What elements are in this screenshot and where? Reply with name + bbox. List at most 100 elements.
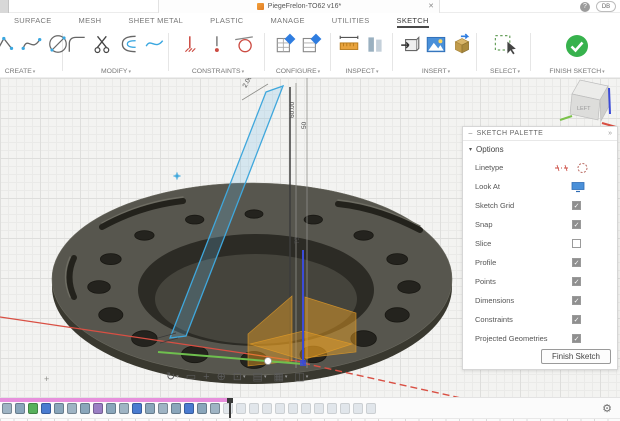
timeline-feature-icon[interactable] xyxy=(93,403,103,414)
tab-sketch[interactable]: SKETCH xyxy=(397,16,429,28)
display-settings-icon[interactable]: ▤▾ xyxy=(253,371,267,383)
tangent-constraint-icon[interactable] xyxy=(233,32,255,56)
zoom-window-icon[interactable]: ⊡▾ xyxy=(233,371,246,383)
look-at-icon[interactable] xyxy=(571,181,585,193)
zoom-icon[interactable]: ⊕ xyxy=(217,371,226,383)
group-inspect[interactable]: INSPECT▾ xyxy=(334,28,390,78)
tab-surface[interactable]: SURFACE xyxy=(14,16,52,28)
timeline-feature-icon[interactable] xyxy=(54,403,64,414)
edit-spline-icon[interactable] xyxy=(144,32,166,56)
timeline-feature-icon-suppressed[interactable] xyxy=(314,403,324,414)
vertical-constraint-icon[interactable] xyxy=(207,32,229,56)
pan-icon[interactable]: + xyxy=(203,371,209,383)
timeline-feature-icon[interactable] xyxy=(67,403,77,414)
group-constraints[interactable]: CONSTRAINTS▾ xyxy=(172,28,264,78)
group-configure[interactable]: CONFIGURE▾ xyxy=(268,28,328,78)
timeline-feature-icon[interactable] xyxy=(210,403,220,414)
insert-mesh-icon[interactable] xyxy=(451,32,473,56)
checkbox-sketch-grid[interactable]: ✓ xyxy=(572,201,581,210)
timeline-feature-icon-suppressed[interactable] xyxy=(236,403,246,414)
spline-icon[interactable] xyxy=(21,32,43,56)
overflow-chevron-icon[interactable]: » xyxy=(608,130,612,137)
palette-header[interactable]: − SKETCH PALETTE » xyxy=(463,127,617,141)
timeline-feature-icon-suppressed[interactable] xyxy=(288,403,298,414)
timeline-feature-icon-suppressed[interactable] xyxy=(223,403,233,414)
offset-icon[interactable] xyxy=(118,32,140,56)
ring-hole[interactable] xyxy=(135,231,154,241)
line-icon[interactable] xyxy=(0,32,17,56)
timeline-feature-icon[interactable] xyxy=(132,403,142,414)
orbit-icon[interactable]: ↻▾ xyxy=(166,371,179,383)
avatar[interactable]: DB xyxy=(596,1,616,12)
timeline-feature-icon[interactable] xyxy=(106,403,116,414)
ring-hole[interactable] xyxy=(100,254,121,265)
gear-icon[interactable]: ⚙ xyxy=(602,402,612,415)
ring-hole[interactable] xyxy=(387,254,408,265)
section-analysis-icon[interactable] xyxy=(364,32,386,56)
checkbox-projected-geometries[interactable]: ✓ xyxy=(572,334,581,343)
timeline-feature-icon[interactable] xyxy=(15,403,25,414)
measure-icon[interactable] xyxy=(338,32,360,56)
origin-point[interactable] xyxy=(300,360,306,366)
checkbox-snap[interactable]: ✓ xyxy=(572,220,581,229)
group-create[interactable]: CREATE▾ xyxy=(0,28,64,78)
dimension-text[interactable]: 2.00 xyxy=(242,78,254,89)
timeline-feature-icon-suppressed[interactable] xyxy=(327,403,337,414)
ring-hole[interactable] xyxy=(88,281,111,294)
viewports-icon[interactable]: ◫▾ xyxy=(294,371,308,383)
timeline-feature-icon-suppressed[interactable] xyxy=(262,403,272,414)
group-modify[interactable]: MODIFY▾ xyxy=(64,28,168,78)
tab-manage[interactable]: MANAGE xyxy=(270,16,304,28)
timeline-feature-icon-suppressed[interactable] xyxy=(353,403,363,414)
timeline-feature-icon[interactable] xyxy=(184,403,194,414)
help-icon[interactable]: ? xyxy=(580,2,590,12)
viewcube[interactable]: LEFT xyxy=(556,70,618,128)
timeline-feature-icon-suppressed[interactable] xyxy=(366,403,376,414)
fillet-icon[interactable] xyxy=(66,32,88,56)
collapse-icon[interactable]: − xyxy=(468,129,473,138)
ring-hole[interactable] xyxy=(99,308,123,322)
timeline-feature-icon-suppressed[interactable] xyxy=(249,403,259,414)
ring-hole[interactable] xyxy=(398,281,421,294)
insert-derive-icon[interactable] xyxy=(399,32,421,56)
construction-line-icon[interactable] xyxy=(576,162,589,174)
grid-settings-icon[interactable]: ▦▾ xyxy=(273,371,287,383)
fix-constraint-icon[interactable] xyxy=(181,32,203,56)
tab-utilities[interactable]: UTILITIES xyxy=(332,16,370,28)
timeline-feature-icon[interactable] xyxy=(171,403,181,414)
ring-hole[interactable] xyxy=(186,215,204,224)
timeline-feature-icon-suppressed[interactable] xyxy=(275,403,285,414)
tab-mesh[interactable]: MESH xyxy=(79,16,102,28)
trim-scissors-icon[interactable] xyxy=(92,32,114,56)
select-icon[interactable] xyxy=(493,32,517,56)
checkbox-constraints[interactable]: ✓ xyxy=(572,315,581,324)
document-tab[interactable]: PiegeFrelon-TO62 v16* ✕ xyxy=(158,0,440,13)
group-select[interactable]: SELECT▾ xyxy=(480,28,530,78)
dimension-text[interactable]: 60.00 xyxy=(289,101,296,118)
close-tab-icon[interactable]: ✕ xyxy=(428,2,434,11)
timeline-feature-icon[interactable] xyxy=(2,403,12,414)
dimension-text[interactable]: 50 xyxy=(301,121,308,129)
configuration-icon[interactable] xyxy=(300,32,322,56)
timeline-feature-icon[interactable] xyxy=(197,403,207,414)
finish-sketch-button[interactable]: Finish Sketch xyxy=(541,349,611,364)
timeline-feature-icon[interactable] xyxy=(145,403,155,414)
insert-image-icon[interactable] xyxy=(425,32,447,56)
finish-sketch-check-icon[interactable] xyxy=(565,34,589,58)
dimension-text[interactable]: 75 xyxy=(294,236,301,244)
checkbox-profile[interactable]: ✓ xyxy=(572,258,581,267)
timeline-feature-icon-suppressed[interactable] xyxy=(301,403,311,414)
tab-sheet-metal[interactable]: SHEET METAL xyxy=(128,16,183,28)
timeline-feature-icon[interactable] xyxy=(119,403,129,414)
ring-hole[interactable] xyxy=(245,210,263,218)
timeline-playhead[interactable] xyxy=(229,398,231,418)
configure-table-icon[interactable] xyxy=(274,32,296,56)
ring-hole[interactable] xyxy=(354,231,373,241)
centerline-icon[interactable] xyxy=(554,163,570,173)
group-insert[interactable]: INSERT▾ xyxy=(396,28,476,78)
checkbox-points[interactable]: ✓ xyxy=(572,277,581,286)
checkbox-dimensions[interactable]: ✓ xyxy=(572,296,581,305)
timeline-feature-icon[interactable] xyxy=(80,403,90,414)
timeline-feature-icon[interactable] xyxy=(158,403,168,414)
checkbox-slice[interactable]: ✓ xyxy=(572,239,581,248)
